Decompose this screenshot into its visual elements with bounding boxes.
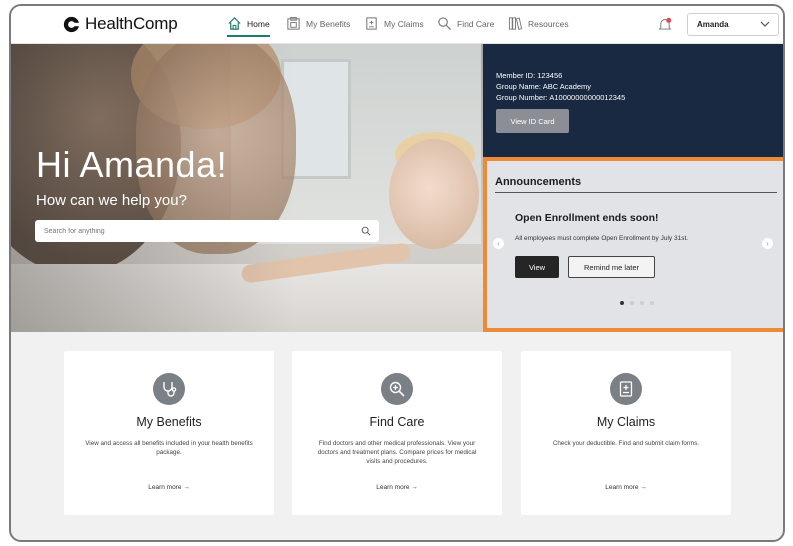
learn-more-link[interactable]: Learn more → [521, 484, 731, 491]
learn-more-link[interactable]: Learn more → [292, 484, 502, 491]
hero-subtitle: How can we help you? [36, 192, 187, 209]
card-title: Find Care [369, 415, 425, 429]
nav-find-care[interactable]: Find Care [437, 16, 494, 31]
clipboard-plus-icon [619, 381, 633, 397]
claims-icon [366, 17, 377, 30]
carousel-dot[interactable] [620, 301, 624, 305]
logo[interactable]: HealthComp [63, 14, 178, 34]
announcements-divider [495, 192, 777, 193]
search-icon[interactable] [361, 226, 371, 236]
announcement-message: All employees must complete Open Enrollm… [515, 235, 689, 242]
carousel-pagination [620, 301, 654, 305]
hero-photo-shade [11, 44, 483, 332]
view-id-card-button[interactable]: View ID Card [496, 109, 569, 133]
nav-home[interactable]: Home [227, 16, 270, 37]
announcements-heading: Announcements [495, 176, 582, 188]
card-description: View and access all benefits included in… [85, 440, 253, 456]
learn-more-link[interactable]: Learn more → [64, 484, 274, 491]
books-icon [508, 17, 523, 30]
search-input[interactable] [35, 220, 379, 242]
nav-find-care-label: Find Care [457, 18, 495, 29]
chevron-down-icon [760, 21, 770, 27]
announcement-title: Open Enrollment ends soon! [515, 212, 659, 224]
carousel-dot[interactable] [640, 301, 644, 305]
nav-resources-label: Resources [528, 18, 569, 29]
nav-my-benefits[interactable]: My Benefits [286, 16, 350, 31]
top-nav: HealthComp Home My Benefits My Claims Fi… [11, 6, 783, 44]
search-icon [438, 17, 452, 31]
card-icon-circle [153, 373, 185, 405]
member-info-panel: Member ID: 123456 Group Name: ABC Academ… [483, 44, 783, 157]
nav-my-claims[interactable]: My Claims [364, 16, 424, 31]
hero-banner: Hi Amanda! How can we help you? [11, 44, 483, 332]
user-menu-select[interactable]: Amanda [687, 13, 779, 36]
card-find-care[interactable]: Find Care Find doctors and other medical… [292, 351, 502, 515]
card-icon-circle [610, 373, 642, 405]
group-name: Group Name: ABC Academy [496, 82, 592, 91]
carousel-prev-icon[interactable]: ‹ [493, 238, 504, 249]
card-description: Check your deductible. Find and submit c… [552, 440, 700, 447]
app-window: HealthComp Home My Benefits My Claims Fi… [9, 4, 785, 542]
card-title: My Benefits [136, 415, 202, 429]
notification-bell-icon[interactable] [658, 17, 672, 32]
card-my-benefits[interactable]: My Benefits View and access all benefits… [64, 351, 274, 515]
benefits-icon [287, 16, 300, 30]
nav-home-label: Home [247, 18, 270, 29]
remind-me-later-button[interactable]: Remind me later [568, 256, 655, 278]
healthcomp-logo-icon [63, 16, 80, 32]
nav-my-claims-label: My Claims [384, 18, 424, 29]
card-icon-circle [381, 373, 413, 405]
logo-text: HealthComp [85, 14, 178, 33]
nav-my-benefits-label: My Benefits [306, 18, 351, 29]
hero-greeting: Hi Amanda! [36, 144, 228, 185]
carousel-dot[interactable] [630, 301, 634, 305]
home-icon [228, 17, 241, 30]
carousel-next-icon[interactable]: › [762, 238, 773, 249]
group-number: Group Number: A10000000000012345 [496, 93, 626, 102]
member-id: Member ID: 123456 [496, 71, 563, 80]
view-announcement-button[interactable]: View [515, 256, 559, 278]
stethoscope-icon [163, 382, 177, 397]
carousel-dot[interactable] [650, 301, 654, 305]
user-name: Amanda [697, 20, 729, 29]
card-description: Find doctors and other medical professio… [317, 440, 477, 465]
search-plus-icon [389, 381, 405, 397]
nav-resources[interactable]: Resources [508, 16, 569, 31]
card-title: My Claims [596, 415, 656, 429]
announcements-panel: Announcements ‹ Open Enrollment ends soo… [483, 157, 783, 332]
card-my-claims[interactable]: My Claims Check your deductible. Find an… [521, 351, 731, 515]
